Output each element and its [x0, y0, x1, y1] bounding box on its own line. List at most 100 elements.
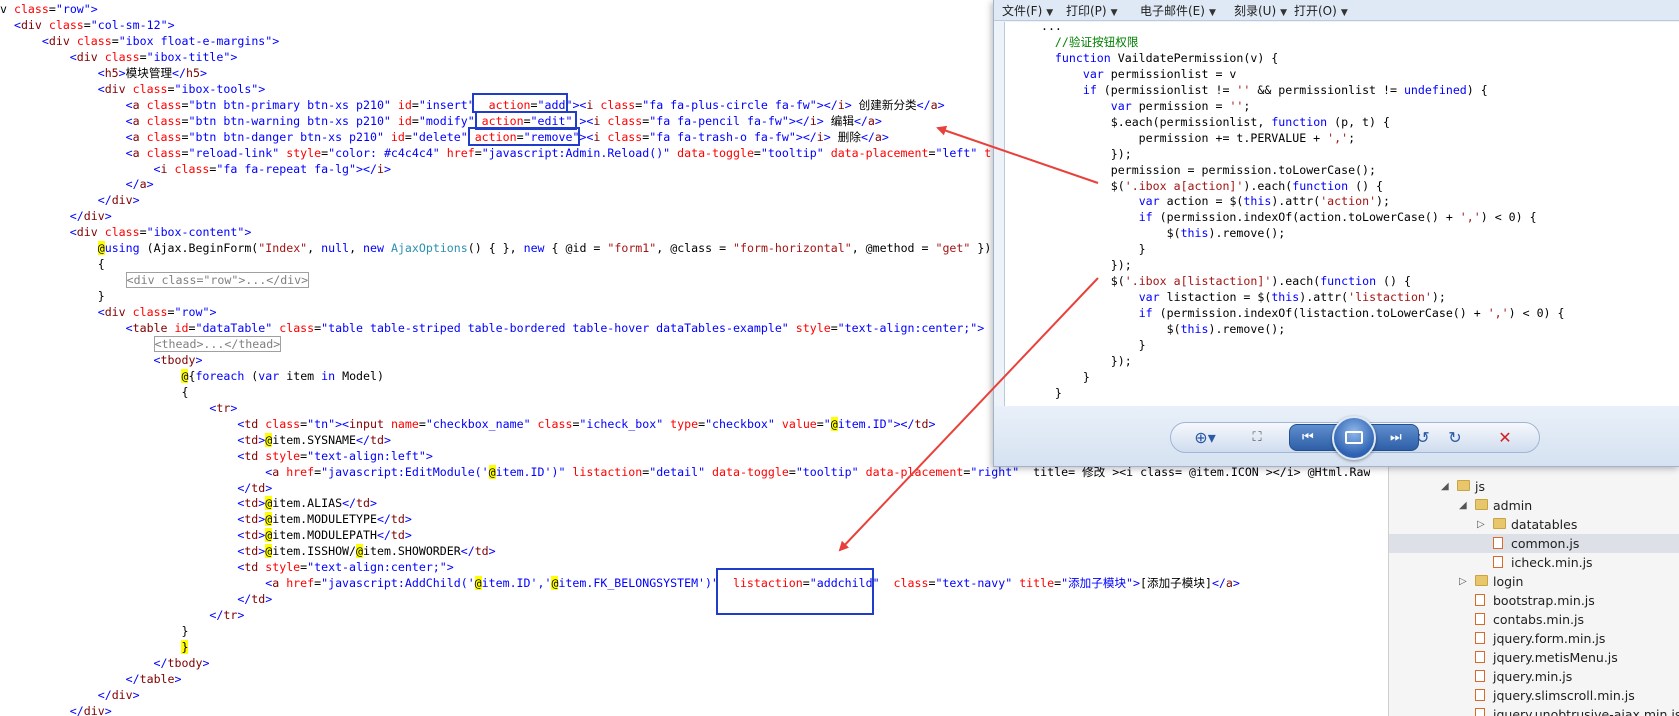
code-token: 编辑: [823, 113, 854, 128]
viewer-code-token: ).attr(: [1299, 290, 1349, 305]
expand-arrow-icon[interactable]: ▷: [1459, 572, 1467, 591]
code-token: </: [342, 496, 357, 511]
code-token: class: [48, 17, 84, 32]
code-token: ><: [335, 416, 350, 431]
collapse-arrow-icon[interactable]: ◢: [1441, 477, 1449, 496]
viewer-code-token: ',': [1459, 210, 1481, 225]
code-line: </td>: [0, 480, 272, 496]
code-token: "添加子模块": [1061, 576, 1134, 591]
viewer-code-token: );: [1431, 290, 1446, 305]
code-line: <table id="dataTable" class="table table…: [0, 320, 985, 336]
tree-item-label: jquery.metisMenu.js: [1493, 650, 1618, 665]
code-token: id: [390, 129, 405, 144]
tree-folder-item[interactable]: ◢ admin: [1389, 496, 1679, 515]
code-line: <div class="ibox float-e-margins">: [0, 33, 279, 49]
photo-viewer-window[interactable]: 文件(F) ▼ 打印(P) ▼ 电子邮件(E) ▼ 刻录(U) ▼ 打开(O) ▼ ... //验…: [993, 0, 1679, 467]
code-line: <div class="ibox-tools">: [0, 81, 266, 97]
js-file-icon: [1475, 689, 1485, 701]
code-token: </: [460, 544, 475, 559]
zoom-icon[interactable]: ⊕▾: [1189, 423, 1221, 452]
viewer-code-token: (permission.indexOf(action.toLowerCase()…: [1152, 210, 1460, 225]
code-token: a: [132, 97, 140, 112]
screenshot-viewport: ... //验证按钮权限 function VaildatePermission…: [1004, 22, 1679, 406]
code-token: "text-navy": [935, 576, 1013, 591]
code-token: h5: [186, 65, 200, 80]
code-token: </: [0, 671, 140, 686]
code-token: =: [753, 145, 761, 160]
tree-folder-item[interactable]: ▷ datatables: [1389, 515, 1679, 534]
code-token: class: [600, 97, 636, 112]
viewer-menu-item[interactable]: 文件(F) ▼: [1002, 2, 1053, 19]
viewer-code-token: ;: [1348, 130, 1356, 145]
viewer-code-token: '.ibox a[listaction]': [1124, 274, 1272, 289]
viewer-code-token: if: [1138, 306, 1153, 321]
tree-item-label: common.js: [1511, 536, 1580, 551]
tree-file-item[interactable]: icheck.min.js: [1389, 553, 1679, 572]
expand-arrow-icon[interactable]: ▷: [1477, 515, 1485, 534]
delete-icon[interactable]: ✕: [1489, 423, 1521, 452]
viewer-code-token: }: [1027, 242, 1146, 257]
slideshow-button[interactable]: [1332, 416, 1376, 460]
previous-icon[interactable]: ⏮: [1302, 425, 1314, 450]
code-line: </td>: [0, 591, 272, 607]
tree-file-item[interactable]: bootstrap.min.js: [1389, 591, 1679, 610]
viewer-code-token: && permissionlist !=: [1250, 82, 1404, 97]
collapse-arrow-icon[interactable]: ◢: [1459, 496, 1467, 515]
code-token: class: [132, 81, 168, 96]
code-token: class: [146, 129, 182, 144]
viewer-code-line: });: [1027, 146, 1132, 162]
tree-file-item[interactable]: jquery.metisMenu.js: [1389, 648, 1679, 667]
code-token: "form-horizontal": [733, 241, 852, 256]
code-line: @{foreach (var item in Model): [0, 368, 384, 384]
code-token: a: [1225, 576, 1233, 591]
tree-file-item[interactable]: jquery.slimscroll.min.js: [1389, 686, 1679, 705]
code-token: =: [474, 145, 482, 160]
viewer-menu-item[interactable]: 打印(P) ▼: [1066, 2, 1118, 19]
code-token: new: [363, 241, 384, 256]
viewer-menu-item[interactable]: 刻录(U) ▼: [1234, 2, 1287, 19]
code-token: class: [13, 2, 49, 16]
solution-explorer[interactable]: ◢ js ◢ admin ▷ datatables common.js icheck.min.…: [1388, 440, 1679, 716]
code-token: data-toggle: [677, 145, 754, 160]
code-token: "detail": [649, 464, 706, 479]
code-token: }: [0, 289, 105, 304]
code-token: =: [111, 33, 119, 48]
viewer-code-line: }: [1027, 337, 1146, 353]
code-token: href: [446, 145, 475, 160]
code-token: item.SHOWORDER: [363, 544, 461, 559]
tree-file-item[interactable]: jquery.min.js: [1389, 667, 1679, 686]
code-token: { @id =: [544, 241, 608, 256]
viewer-code-token: $(: [1027, 322, 1181, 337]
actual-size-icon[interactable]: ⛶: [1241, 423, 1273, 452]
rotate-right-icon[interactable]: ↻: [1439, 423, 1471, 452]
code-token: =: [411, 113, 419, 128]
next-icon[interactable]: ⏭: [1390, 425, 1402, 450]
viewer-menu-label: 打印(P): [1066, 4, 1107, 18]
viewer-code-token: VaildatePermission(v) {: [1110, 50, 1279, 65]
viewer-menu-item[interactable]: 打开(O) ▼: [1294, 2, 1348, 19]
code-token: >: [237, 608, 245, 623]
code-line: <tbody>: [0, 352, 203, 368]
tree-file-item[interactable]: jquery.unobtrusive-ajax.min.js: [1389, 705, 1679, 716]
tree-file-item[interactable]: common.js: [1389, 534, 1679, 553]
tree-folder-item[interactable]: ▷ login: [1389, 572, 1679, 591]
viewer-code-line: function VaildatePermission(v) {: [1027, 50, 1278, 66]
tree-file-item[interactable]: jquery.form.min.js: [1389, 629, 1679, 648]
tree-folder-item[interactable]: ◢ js: [1389, 477, 1679, 496]
code-token: <: [0, 129, 133, 144]
tree-file-item[interactable]: contabs.min.js: [1389, 610, 1679, 629]
code-token: </: [0, 655, 168, 670]
tree-item-label: login: [1493, 574, 1524, 589]
viewer-code-token: var: [1110, 98, 1132, 113]
viewer-menu-item[interactable]: 电子邮件(E) ▼: [1140, 2, 1216, 19]
code-token: td: [914, 416, 929, 431]
code-token: td: [251, 592, 266, 607]
